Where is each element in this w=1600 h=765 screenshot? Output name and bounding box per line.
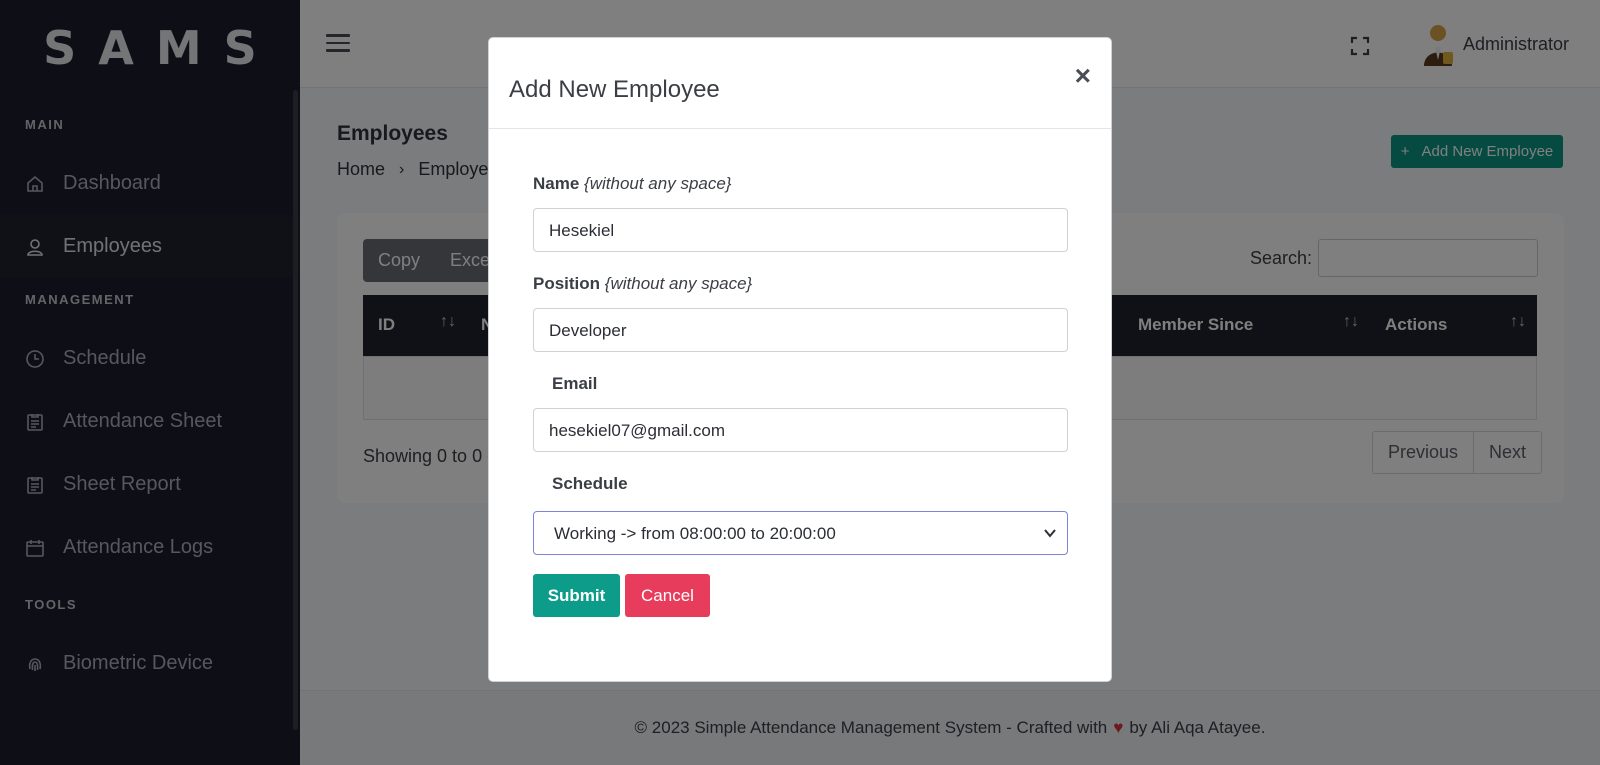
position-input[interactable]: Developer <box>533 308 1068 352</box>
name-field-label: Name {without any space} <box>533 174 732 194</box>
schedule-selected-value: Working -> from 08:00:00 to 20:00:00 <box>554 524 836 543</box>
position-field-label: Position {without any space} <box>533 274 752 294</box>
modal-header: Add New Employee × <box>489 38 1111 129</box>
schedule-field-label: Schedule <box>552 474 628 493</box>
cancel-button[interactable]: Cancel <box>625 574 710 617</box>
position-label-text: Position <box>533 274 601 293</box>
chevron-down-icon <box>1044 529 1056 538</box>
email-field-label: Email <box>552 374 598 393</box>
modal-title: Add New Employee <box>509 76 720 103</box>
position-hint: {without any space} <box>604 274 753 293</box>
name-input[interactable]: Hesekiel <box>533 208 1068 252</box>
name-hint: {without any space} <box>584 174 732 193</box>
submit-button[interactable]: Submit <box>533 574 620 617</box>
add-employee-modal: Add New Employee × Name {without any spa… <box>488 37 1112 682</box>
email-input[interactable]: hesekiel07@gmail.com <box>533 408 1068 452</box>
name-label-text: Name <box>533 174 580 193</box>
close-icon[interactable]: × <box>1075 60 1091 92</box>
schedule-select[interactable]: Working -> from 08:00:00 to 20:00:00 <box>533 511 1068 555</box>
